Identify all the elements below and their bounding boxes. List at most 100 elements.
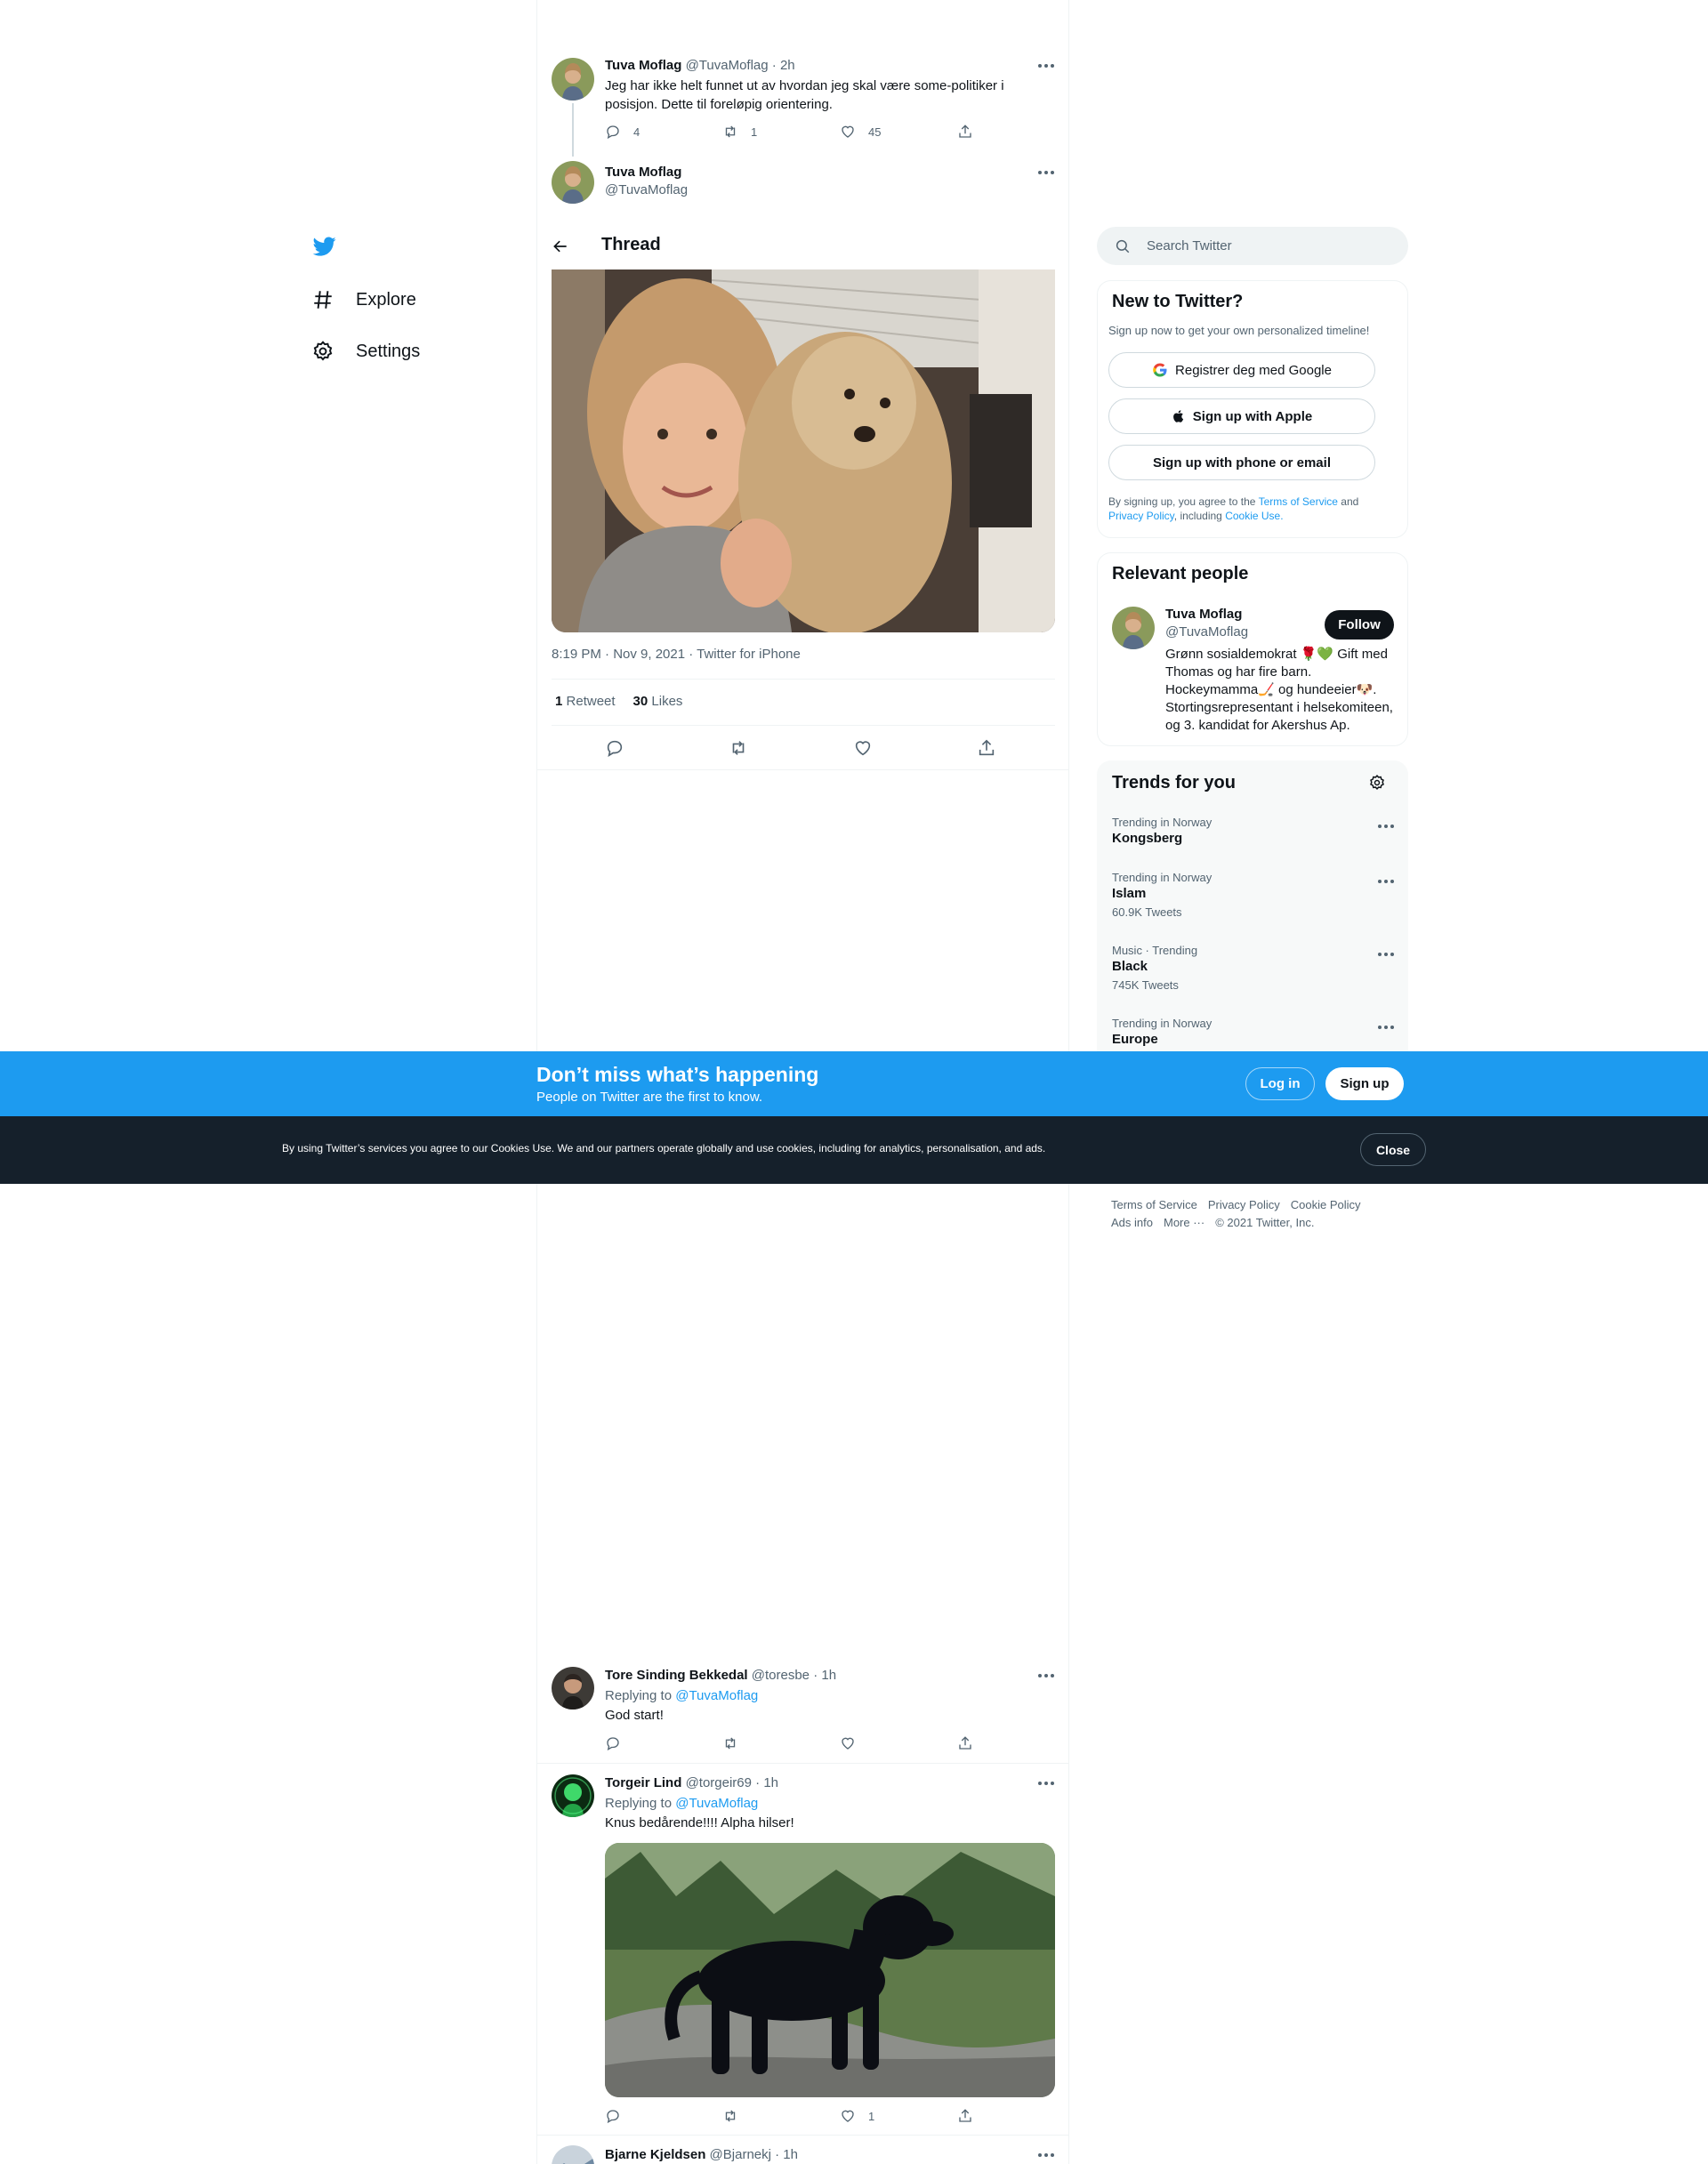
author-name[interactable]: Tuva Moflag [605, 164, 688, 181]
retweet-count: 1 [751, 125, 758, 139]
retweet-button[interactable]: 1 [722, 124, 840, 140]
retweet-icon[interactable] [729, 738, 748, 758]
search-input[interactable]: Search Twitter [1097, 227, 1408, 265]
more-options-icon[interactable] [1375, 951, 1397, 958]
retweet-button[interactable] [722, 2108, 840, 2124]
avatar[interactable] [552, 1667, 594, 1709]
tweet-photo[interactable] [552, 269, 1055, 632]
back-arrow-icon[interactable] [552, 237, 569, 255]
trend-meta: Trending in Norway [1112, 1017, 1213, 1030]
more-options-icon[interactable] [1035, 169, 1057, 176]
bio-line: Grønn sosialdemokrat 🌹💚 Gift med [1165, 647, 1388, 662]
tweet-timestamp[interactable]: 8:19 PM · Nov 9, 2021 · Twitter for iPho… [552, 647, 801, 662]
replying-label: Replying to [605, 1796, 673, 1811]
gear-icon[interactable] [1368, 774, 1386, 792]
more-options-icon[interactable] [1375, 1024, 1397, 1031]
more-options-icon[interactable] [1035, 62, 1057, 69]
footer-more-link[interactable]: More ··· [1164, 1214, 1204, 1232]
more-options-icon[interactable] [1375, 878, 1397, 885]
replying-to: Replying to @TuvaMoflag [605, 1686, 758, 1705]
main-tweet-author[interactable]: Tuva Moflag @TuvaMoflag [605, 164, 688, 199]
author-name[interactable]: Tore Sinding Bekkedal [605, 1668, 748, 1683]
reply-button[interactable] [605, 1735, 722, 1751]
share-button[interactable] [957, 124, 1075, 140]
tweet-time[interactable]: · 2h [772, 58, 795, 73]
reply-button[interactable]: 4 [605, 124, 722, 140]
relevant-people-panel: Relevant people Tuva Moflag @TuvaMoflag … [1097, 552, 1408, 746]
terms-link[interactable]: Terms of Service [1259, 495, 1338, 508]
likes-stat[interactable]: 30 Likes [633, 694, 683, 709]
footer-ads-link[interactable]: Ads info [1111, 1214, 1153, 1232]
avatar[interactable] [552, 2145, 594, 2164]
retweets-stat[interactable]: 1 Retweet [555, 694, 616, 709]
more-options-icon[interactable] [1035, 1780, 1057, 1787]
more-options-icon[interactable] [1035, 2152, 1057, 2159]
login-button[interactable]: Log in [1245, 1067, 1315, 1100]
follow-button[interactable]: Follow [1325, 610, 1394, 640]
like-count: 45 [868, 125, 882, 139]
phone-signup-button[interactable]: Sign up with phone or email [1108, 445, 1375, 480]
reply-button[interactable] [605, 2108, 722, 2124]
privacy-link[interactable]: Privacy Policy [1108, 510, 1174, 522]
more-options-icon[interactable] [1035, 1672, 1057, 1679]
author-handle[interactable]: @TuvaMoflag [1165, 623, 1248, 641]
apple-icon [1172, 410, 1183, 422]
like-button[interactable] [840, 1735, 957, 1751]
twitter-logo-icon[interactable] [311, 235, 338, 258]
footer-terms-link[interactable]: Terms of Service [1111, 1196, 1197, 1214]
author-handle[interactable]: @TuvaMoflag [686, 58, 769, 73]
search-placeholder: Search Twitter [1147, 238, 1232, 253]
like-count: 30 [632, 694, 649, 709]
avatar[interactable] [552, 58, 594, 101]
apple-signup-button[interactable]: Sign up with Apple [1108, 398, 1375, 434]
relevant-author[interactable]: Tuva Moflag @TuvaMoflag [1165, 606, 1248, 641]
footer-privacy-link[interactable]: Privacy Policy [1208, 1196, 1280, 1214]
like-button[interactable]: 1 [840, 2108, 957, 2124]
author-handle[interactable]: @toresbe [752, 1668, 810, 1683]
footer-cookie-link[interactable]: Cookie Policy [1291, 1196, 1361, 1214]
nav-settings[interactable]: Settings [311, 340, 420, 363]
trend-meta: Music · Trending [1112, 944, 1198, 957]
relevant-bio: Grønn sosialdemokrat 🌹💚 Gift med Thomas … [1165, 646, 1397, 735]
replying-link[interactable]: @TuvaMoflag [675, 1796, 758, 1811]
author-handle[interactable]: @Bjarnekj [710, 2147, 771, 2162]
replying-link[interactable]: @TuvaMoflag [675, 1688, 758, 1703]
share-button[interactable] [957, 2108, 1075, 2124]
reply-icon[interactable] [605, 738, 624, 758]
author-handle[interactable]: @torgeir69 [686, 1775, 752, 1790]
author-handle[interactable]: @TuvaMoflag [605, 181, 688, 199]
google-signup-button[interactable]: Registrer deg med Google [1108, 352, 1375, 388]
retweet-button[interactable] [722, 1735, 840, 1751]
signup-button[interactable]: Sign up [1325, 1067, 1404, 1100]
heart-icon [842, 125, 854, 138]
author-name[interactable]: Tuva Moflag [1165, 606, 1248, 623]
tweet-time[interactable]: · 1h [813, 1668, 836, 1683]
trend-item[interactable]: Music · Trending Black 745K Tweets [1112, 944, 1397, 994]
cookie-close-button[interactable]: Close [1360, 1133, 1426, 1166]
trend-item[interactable]: Trending in Norway Kongsberg [1112, 816, 1397, 848]
avatar[interactable] [552, 1774, 594, 1817]
reply-icon [607, 2110, 619, 2124]
share-button[interactable] [957, 1735, 1075, 1751]
avatar[interactable] [1112, 607, 1155, 649]
cookie-link[interactable]: Cookie Use. [1225, 510, 1283, 522]
like-button[interactable]: 45 [840, 124, 957, 140]
author-name[interactable]: Torgeir Lind [605, 1775, 681, 1790]
trend-item[interactable]: Trending in Norway Islam 60.9K Tweets [1112, 871, 1397, 921]
author-name[interactable]: Tuva Moflag [605, 58, 681, 73]
heart-icon[interactable] [853, 738, 873, 758]
cookie-text: By using Twitter’s services you agree to… [282, 1142, 1046, 1154]
reply-icon [607, 1737, 619, 1751]
thread-connector [572, 103, 574, 157]
nav-explore[interactable]: Explore [311, 288, 416, 311]
tweet-time[interactable]: · 1h [755, 1775, 778, 1790]
avatar[interactable] [552, 161, 594, 204]
tweet-photo[interactable] [605, 1843, 1055, 2097]
tweet-time[interactable]: · 1h [775, 2147, 798, 2162]
more-options-icon[interactable] [1375, 823, 1397, 830]
trend-item[interactable]: Trending in Norway Europe [1112, 1017, 1397, 1049]
divider [552, 725, 1055, 726]
share-icon[interactable] [977, 738, 996, 758]
tweet-actions: 4 1 45 [605, 124, 1075, 140]
author-name[interactable]: Bjarne Kjeldsen [605, 2147, 705, 2162]
